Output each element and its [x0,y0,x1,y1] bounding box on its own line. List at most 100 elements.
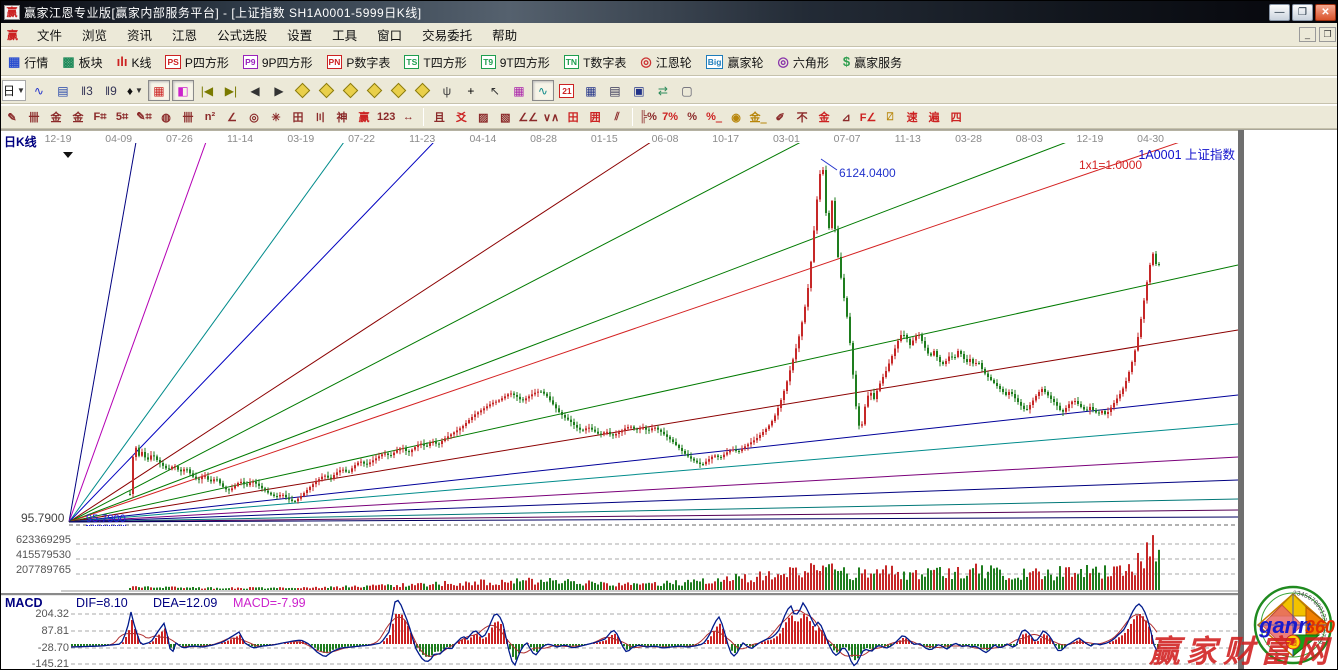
trend-chart-button[interactable]: ∿ [28,80,50,101]
number-grid-tool[interactable]: 123 [376,108,396,127]
save-button[interactable]: ▣ [628,80,650,101]
menu-window[interactable]: 窗口 [368,23,411,46]
angle-f-tool[interactable]: F∠ [858,108,878,127]
minimize-button[interactable]: — [1269,4,1290,21]
workstation-button[interactable]: ▢ [676,80,698,101]
box-fan2-tool[interactable]: ▧ [495,108,515,127]
p-square-button[interactable]: PSP四方形 [158,52,235,73]
ruler-tool[interactable]: 〣 [310,108,330,127]
comb-tool[interactable]: 卌 [178,108,198,127]
red-pattern-button[interactable]: ▦ [148,80,170,101]
pointer-zoom-button[interactable]: ↖ [484,80,506,101]
pen-grid-tool[interactable]: ✎⌗ [134,108,154,127]
ying-grid-tool[interactable]: 赢 [354,108,374,127]
teal-wave-button[interactable]: ∿ [532,80,554,101]
five-grid-tool[interactable]: 5⌗ [112,108,132,127]
percent-lines-tool[interactable]: %‗ [704,108,724,127]
p-number-table-button[interactable]: PNP数字表 [320,52,398,73]
brush-tool[interactable]: ✐ [770,108,790,127]
gold-red-tool[interactable]: 金 [814,108,834,127]
candle-style-combo[interactable]: ♦▼ [124,80,146,101]
quotes-button[interactable]: ▦行情 [1,52,55,73]
shen-grid-tool[interactable]: 神 [332,108,352,127]
three-line-button[interactable]: ‖3 [76,80,98,101]
kline-chart[interactable] [1,130,1241,670]
sectors-button[interactable]: ▩板块 [55,52,109,73]
hand-drag-button[interactable]: ψ [436,80,458,101]
menu-news[interactable]: 资讯 [118,23,161,46]
nine-line-button[interactable]: ‖9 [100,80,122,101]
red-grid2-tool[interactable]: 囲 [585,108,605,127]
f10-info-button[interactable]: ▤ [52,80,74,101]
menu-gann[interactable]: 江恩 [163,23,206,46]
menu-help[interactable]: 帮助 [483,23,526,46]
close-button[interactable]: ✕ [1315,4,1336,21]
menu-formula-pick[interactable]: 公式选股 [208,23,276,46]
last-page-button[interactable]: ▶| [220,80,242,101]
box-fan-tool[interactable]: ▨ [473,108,493,127]
percent-tool[interactable]: % [682,108,702,127]
child-minimize-button[interactable]: _ [1299,27,1316,42]
menu-file[interactable]: 文件 [28,23,71,46]
t9-square-button[interactable]: T99T四方形 [474,52,557,73]
fan-angle-tool[interactable]: ∠ [222,108,242,127]
period-day-combo[interactable]: 日▼ [2,80,26,101]
f-grid-tool[interactable]: F⌗ [90,108,110,127]
scroll-right-diamond-button[interactable] [316,80,338,101]
zoom-out-diamond-button[interactable] [388,80,410,101]
menu-trade[interactable]: 交易委托 [413,23,481,46]
gold-circle-tool[interactable]: ◉ [726,108,746,127]
zigzag-tool[interactable]: ∨∧ [541,108,561,127]
color-flag-button[interactable]: ◧ [172,80,194,101]
target-tool[interactable]: ◎ [244,108,264,127]
calendar-21-button[interactable]: 21 [556,80,578,101]
gann-grid-tool[interactable]: 卌 [24,108,44,127]
square-grid-tool[interactable]: 田 [288,108,308,127]
t-square-button[interactable]: TST四方形 [397,52,473,73]
angle-lines-tool[interactable]: ∠∠ [517,108,539,127]
prev-button[interactable]: ◀ [244,80,266,101]
calculator-button[interactable]: ▦ [580,80,602,101]
red-fan-tool[interactable]: 爻 [451,108,471,127]
gold-grid2-tool[interactable]: 金 [68,108,88,127]
n2-tool[interactable]: n² [200,108,220,127]
box-tool[interactable]: 且 [429,108,449,127]
restore-button[interactable]: ❐ [1292,4,1313,21]
purple-grid-button[interactable]: ▦ [508,80,530,101]
cover-line-tool[interactable]: 遍 [924,108,944,127]
spiral-tool[interactable]: ✳ [266,108,286,127]
scroll-left-diamond-button[interactable] [292,80,314,101]
winner-service-button[interactable]: $赢家服务 [836,52,909,73]
notepad-button[interactable]: ▤ [604,80,626,101]
hexagon-button[interactable]: ◎六角形 [770,52,835,73]
four-line-tool[interactable]: 四 [946,108,966,127]
menu-settings[interactable]: 设置 [278,23,321,46]
p9-square-button[interactable]: P99P四方形 [236,52,320,73]
speed-line-tool[interactable]: 速 [902,108,922,127]
winner-wheel-button[interactable]: Big赢家轮 [699,52,771,73]
menu-tools[interactable]: 工具 [323,23,366,46]
angle-j-tool[interactable]: ⊿ [836,108,856,127]
child-restore-button[interactable]: ❐ [1319,27,1336,42]
wave-fit-tool[interactable]: 不 [792,108,812,127]
first-page-button[interactable]: |◀ [196,80,218,101]
crosshair-button[interactable]: + [460,80,482,101]
gold-grid-tool[interactable]: 金 [46,108,66,127]
angle-gold-tool[interactable]: ⍁ [880,108,900,127]
next-button[interactable]: ▶ [268,80,290,101]
kline-button[interactable]: ılıK线 [110,52,159,73]
gann-wheel-button[interactable]: ◎江恩轮 [633,52,698,73]
t-number-table-button[interactable]: TNT数字表 [557,52,634,73]
menu-browse[interactable]: 浏览 [73,23,116,46]
red-grid-tool[interactable]: 田 [563,108,583,127]
seven-percent-tool[interactable]: 7% [660,108,680,127]
compress-diamond-button[interactable] [364,80,386,101]
zoom-all-diamond-button[interactable] [412,80,434,101]
circle-measure-tool[interactable]: ◍ [156,108,176,127]
hatch-tool[interactable]: ⫽ [607,108,627,127]
percent-bars-tool[interactable]: ╠% [638,108,658,127]
network-button[interactable]: ⇄ [652,80,674,101]
expand-h-diamond-button[interactable] [340,80,362,101]
gold-bars-tool[interactable]: 金‗ [748,108,768,127]
pen-tool[interactable]: ✎ [2,108,22,127]
